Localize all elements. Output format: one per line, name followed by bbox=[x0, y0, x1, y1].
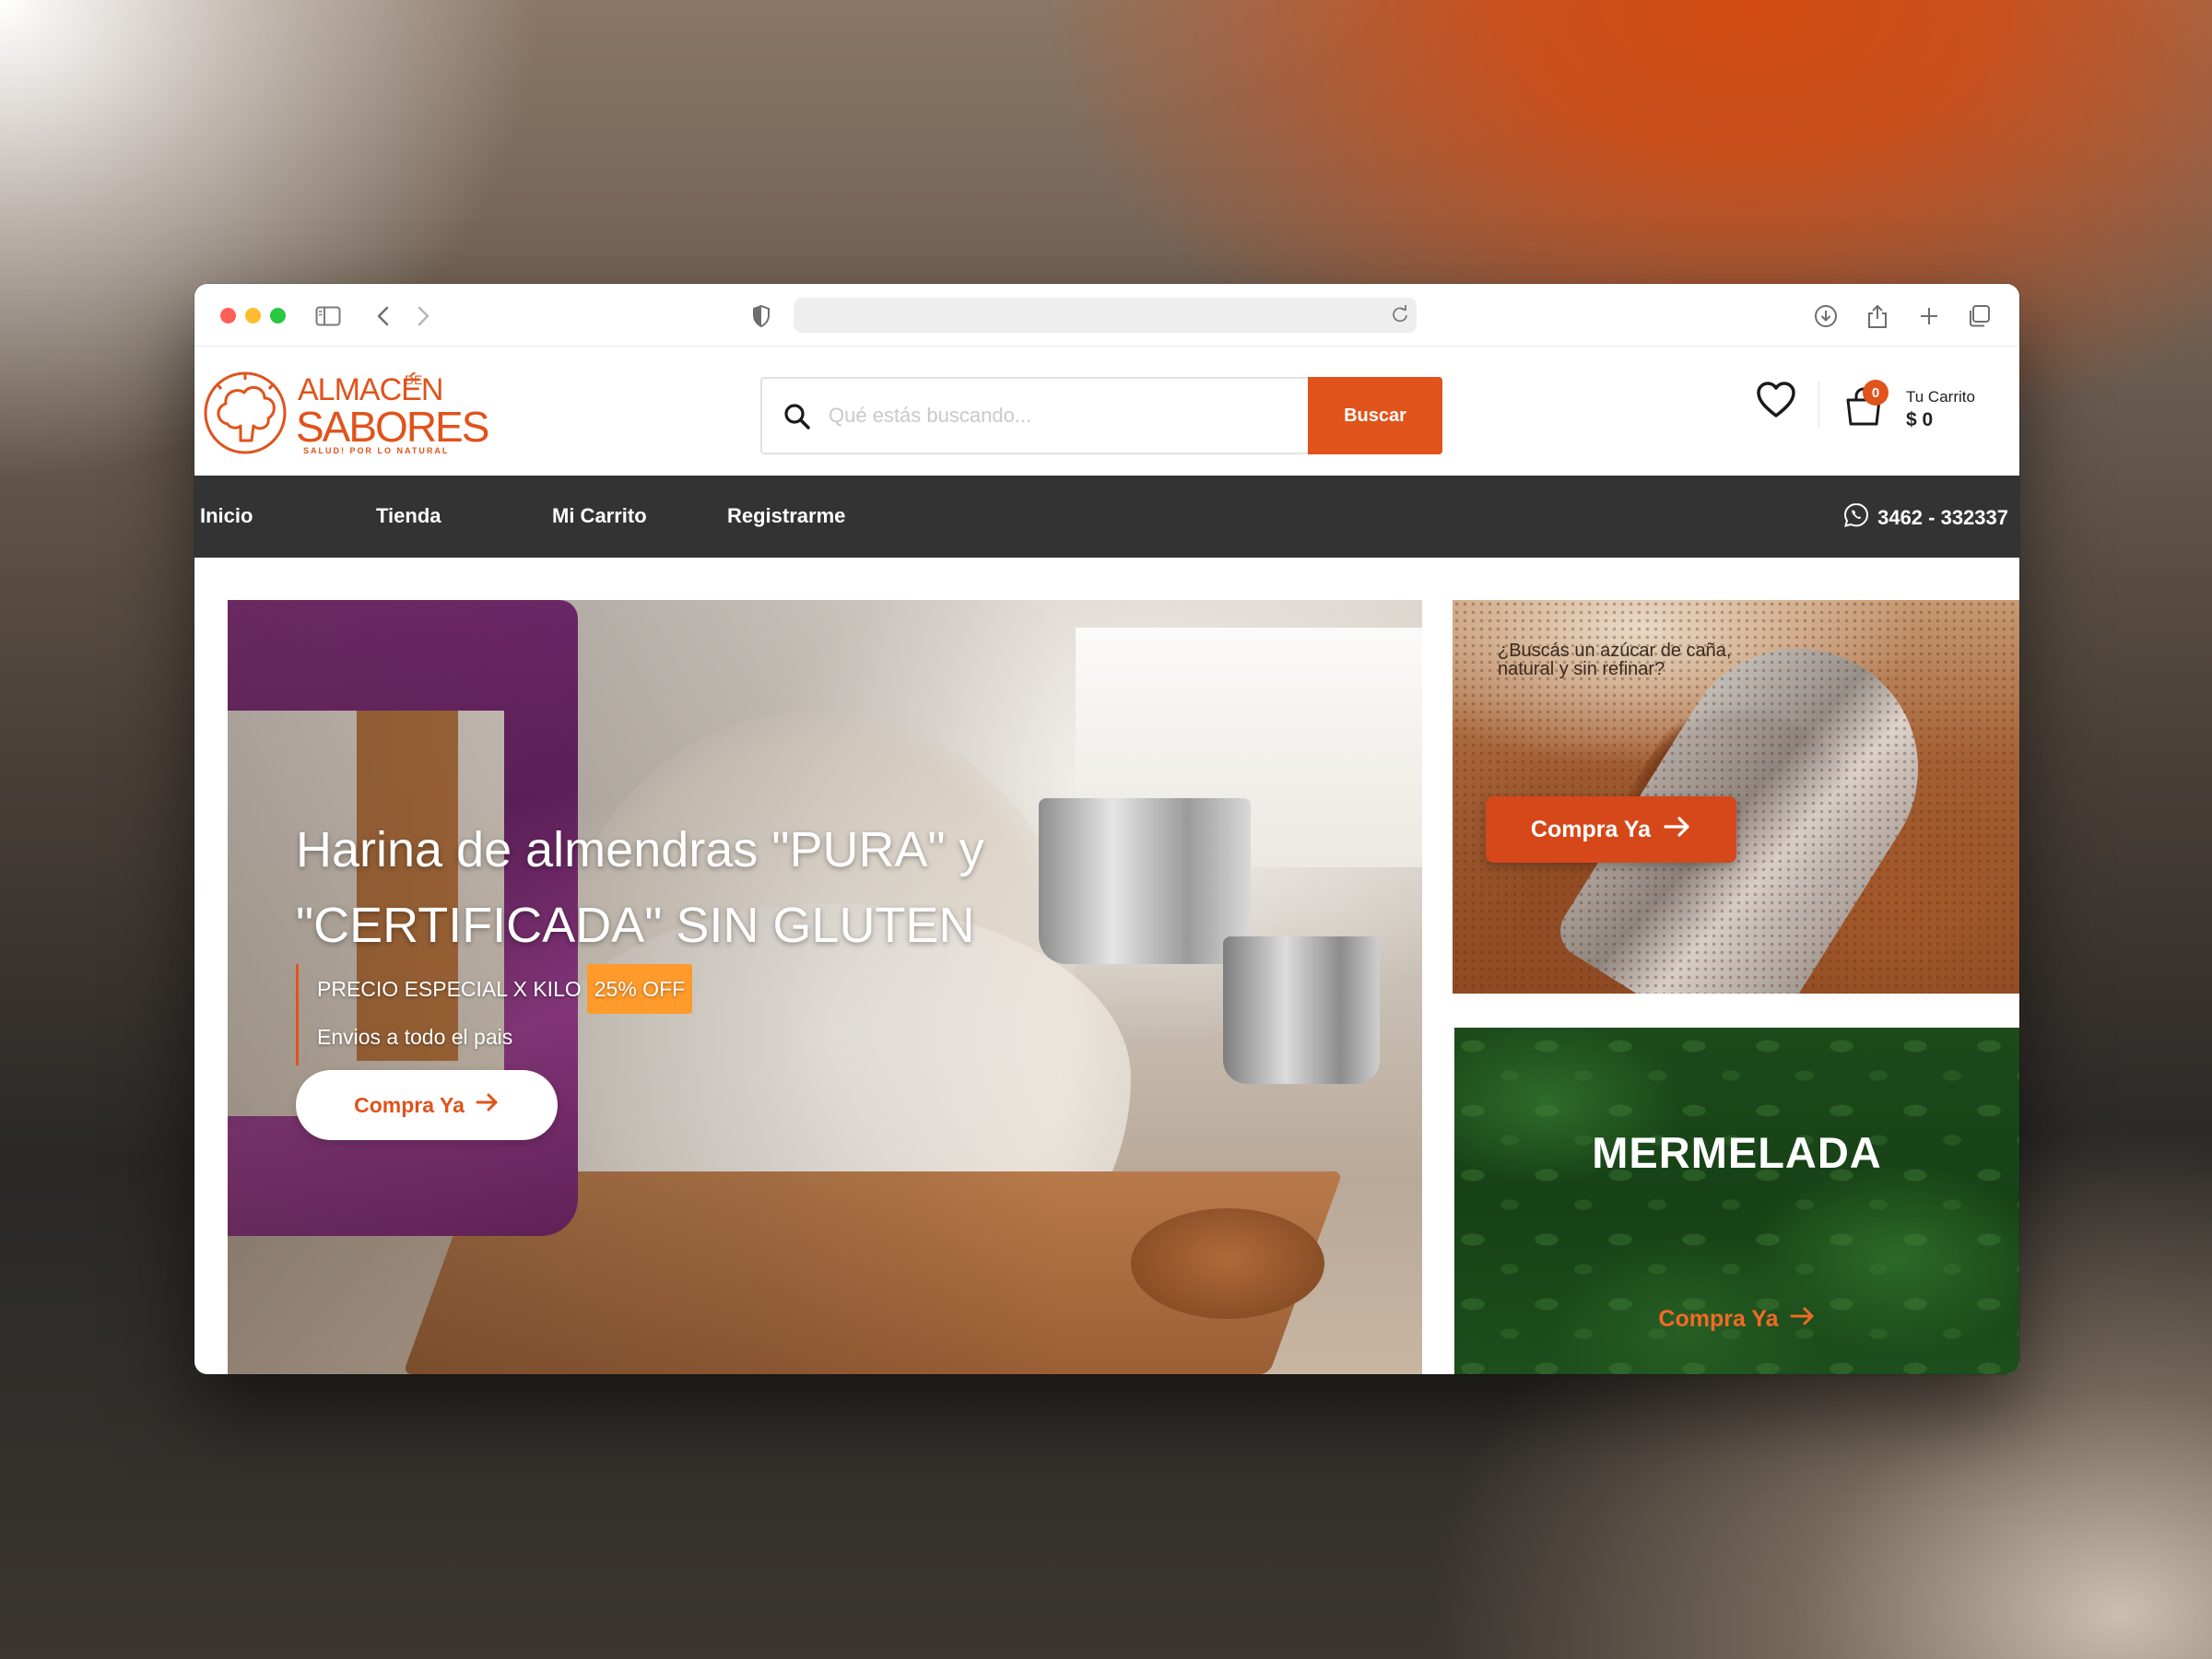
arrow-right-icon bbox=[1790, 1306, 1816, 1333]
forward-icon[interactable] bbox=[409, 302, 437, 330]
browser-window: ALMACÉN DE SABORES SALUD! POR LO NATURAL… bbox=[194, 284, 2019, 1374]
home-content: Harina de almendras "PURA" y "CERTIFICAD… bbox=[194, 558, 2019, 1374]
phone-number: 3462 - 332337 bbox=[1877, 506, 2008, 529]
hero-promo-text: PRECIO ESPECIAL X KILO bbox=[317, 977, 582, 1001]
site-header: ALMACÉN DE SABORES SALUD! POR LO NATURAL… bbox=[194, 347, 2019, 471]
share-icon[interactable] bbox=[1864, 302, 1891, 330]
hero-buy-button[interactable]: Compra Ya bbox=[296, 1070, 558, 1140]
nav-item-registrarme[interactable]: Registrarme bbox=[727, 504, 845, 528]
hero-shipping-text: Envios a todo el pais bbox=[317, 1025, 513, 1049]
cart-total[interactable]: $ 0 bbox=[1906, 409, 1933, 431]
brand-name-de: DE bbox=[405, 372, 423, 387]
tab-overview-icon[interactable] bbox=[1965, 302, 1993, 330]
downloads-icon[interactable] bbox=[1812, 302, 1840, 330]
tree-logo-icon bbox=[204, 371, 287, 454]
discount-badge: 25% OFF bbox=[586, 964, 693, 1014]
sidebar-toggle-icon[interactable] bbox=[314, 302, 342, 330]
hero-buy-label: Compra Ya bbox=[354, 1092, 465, 1117]
jam-buy-label: Compra Ya bbox=[1658, 1306, 1779, 1332]
cart-count-badge: 0 bbox=[1863, 380, 1888, 406]
sugar-buy-label: Compra Ya bbox=[1530, 816, 1652, 842]
nav-item-mi-carrito[interactable]: Mi Carrito bbox=[552, 504, 647, 528]
hero-title-line2: "CERTIFICADA" SIN GLUTEN bbox=[296, 898, 975, 953]
main-nav: Inicio Tienda Mi Carrito Registrarme 346… bbox=[194, 476, 2019, 558]
search-button[interactable]: Buscar bbox=[1308, 377, 1442, 454]
sugar-promo-text: ¿Buscás un azúcar de caña, natural y sin… bbox=[1498, 641, 1732, 679]
store-logo[interactable]: ALMACÉN DE SABORES SALUD! POR LO NATURAL bbox=[200, 371, 489, 458]
address-bar[interactable] bbox=[794, 298, 1417, 333]
zoom-window-button[interactable] bbox=[270, 308, 286, 324]
back-icon[interactable] bbox=[370, 302, 397, 330]
whatsapp-icon bbox=[1842, 501, 1870, 535]
arrow-right-icon bbox=[1664, 816, 1691, 844]
whatsapp-contact[interactable]: 3462 - 332337 bbox=[1842, 501, 2008, 535]
promo-card-jam[interactable]: MERMELADA Compra Ya bbox=[1454, 1028, 2019, 1374]
header-divider bbox=[1818, 382, 1819, 428]
hero-promo-line: PRECIO ESPECIAL X KILO 25% OFF bbox=[317, 964, 693, 1014]
close-window-button[interactable] bbox=[220, 308, 236, 324]
search-input[interactable] bbox=[829, 395, 1289, 436]
privacy-shield-icon[interactable] bbox=[747, 302, 775, 330]
wishlist-heart-icon[interactable] bbox=[1755, 379, 1797, 421]
search-icon bbox=[782, 402, 812, 431]
cart-label[interactable]: Tu Carrito bbox=[1906, 388, 1975, 406]
hero-title: Harina de almendras "PURA" y "CERTIFICAD… bbox=[296, 812, 1125, 963]
jam-title: MERMELADA bbox=[1592, 1128, 1882, 1177]
nav-item-tienda[interactable]: Tienda bbox=[376, 504, 441, 528]
browser-toolbar bbox=[194, 284, 2019, 347]
hero-title-line1: Harina de almendras "PURA" y bbox=[296, 822, 984, 877]
jam-buy-link[interactable]: Compra Ya bbox=[1454, 1306, 2019, 1333]
arrow-right-icon bbox=[476, 1092, 500, 1118]
hero-promo: PRECIO ESPECIAL X KILO 25% OFF Envios a … bbox=[296, 964, 693, 1065]
new-tab-icon[interactable] bbox=[1915, 302, 1943, 330]
search-box: Buscar bbox=[760, 377, 1442, 454]
promo-card-sugar[interactable]: ¿Buscás un azúcar de caña, natural y sin… bbox=[1453, 600, 2019, 994]
hero-banner[interactable]: Harina de almendras "PURA" y "CERTIFICAD… bbox=[228, 600, 1422, 1374]
reload-icon[interactable] bbox=[1391, 304, 1409, 329]
brand-name-line2: SABORES bbox=[296, 403, 489, 451]
sugar-buy-button[interactable]: Compra Ya bbox=[1486, 796, 1736, 863]
minimize-window-button[interactable] bbox=[245, 308, 261, 324]
brand-tagline: SALUD! POR LO NATURAL bbox=[303, 446, 450, 455]
nav-item-inicio[interactable]: Inicio bbox=[200, 504, 253, 528]
